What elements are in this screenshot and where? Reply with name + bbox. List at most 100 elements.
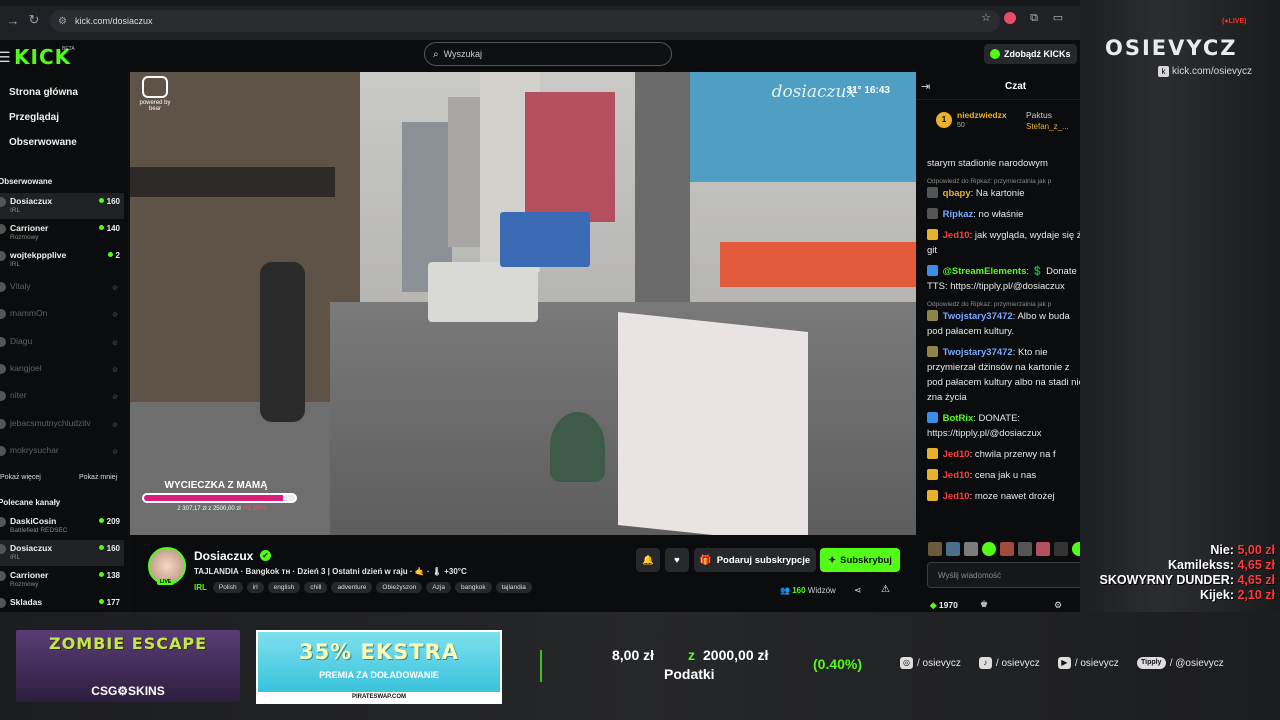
followed-channel-offline[interactable]: mokrysuchar ⊘	[0, 442, 124, 468]
menu-icon[interactable]: ☰	[0, 49, 11, 66]
tag-pill[interactable]: Azja	[426, 582, 452, 593]
donor-name: Kamilekss:	[1167, 558, 1234, 572]
social-handle: / osievycz	[1074, 657, 1119, 669]
leader-user[interactable]: Paktus	[1026, 110, 1052, 120]
video-building	[130, 72, 360, 402]
avatar	[0, 224, 6, 234]
avatar	[0, 197, 6, 207]
address-bar[interactable]: ⚙ kick.com/dosiaczux	[50, 10, 1000, 32]
chat-header: ⇥ Czat	[916, 72, 1080, 100]
stream-info: LIVE Dosiaczux ✓ TAJLANDIA · Bangkok ᴛʜ …	[130, 535, 916, 612]
subscribe-button[interactable]: ✦ Subskrybuj	[820, 548, 900, 572]
followed-channel-offline[interactable]: jebacsmutnychludzitv ⊘	[0, 415, 124, 441]
followed-channel-offline[interactable]: mammOn ⊘	[0, 305, 124, 331]
recommended-channel[interactable]: DaskiCosin Battlefield REDSEC 209	[0, 513, 124, 539]
viewer-count: 177	[99, 598, 120, 607]
chat-users-icon[interactable]: ♚	[980, 599, 988, 610]
tag-pill[interactable]: tajlandia	[495, 582, 532, 593]
chat-username[interactable]: BotRix	[943, 413, 974, 424]
followed-channel-offline[interactable]: Diagu ⊘	[0, 333, 124, 359]
message-text: starym stadionie narodowym	[927, 158, 1048, 169]
follow-heart-icon[interactable]: ♥	[665, 548, 689, 572]
show-less-link[interactable]: Pokaż mniej	[79, 474, 117, 481]
nav-browse[interactable]: Przeglądaj	[9, 112, 59, 123]
chat-message-input[interactable]: Wyślij wiadomość	[927, 562, 1080, 588]
emote-icon[interactable]	[964, 542, 978, 556]
chat-username[interactable]: Ripkaz	[943, 209, 974, 220]
chat-username[interactable]: Jed10	[943, 470, 970, 481]
search-input[interactable]: ⌕ Wyszukaj	[424, 42, 672, 66]
stream-category[interactable]: IRL	[194, 583, 207, 592]
notification-bell-icon[interactable]: 🔔	[636, 548, 660, 572]
social-tipply: Tipply / @osievycz	[1136, 657, 1224, 669]
followed-channel[interactable]: Dosiaczux IRL 160	[0, 193, 124, 219]
tax-current-amount: 8,00 zł	[612, 647, 655, 663]
collapse-chat-icon[interactable]: ⇥	[921, 80, 930, 93]
reply-context: Odpowiedź do Ripkaz: przymierzalnia jak …	[927, 301, 1052, 308]
viewer-count: 2	[108, 251, 120, 260]
gift-subs-label: Podaruj subskrypcje	[716, 554, 811, 566]
chat-username[interactable]: Twojstary37472	[943, 311, 1013, 322]
chat-username[interactable]: @StreamElements	[943, 266, 1027, 277]
chat-username[interactable]: Jed10	[943, 230, 970, 241]
site-settings-icon[interactable]: ⚙	[58, 16, 67, 27]
reply-context: Odpowiedź do Ripkaz: przymierzalnia jak …	[927, 178, 1052, 185]
chat-username[interactable]: Jed10	[943, 491, 970, 502]
followed-channel-offline[interactable]: niter ⊘	[0, 387, 124, 413]
followed-channel-offline[interactable]: Vitaly ⊘	[0, 278, 124, 304]
leader-user[interactable]: niedzwiedzx	[957, 110, 1007, 120]
gift-subs-button[interactable]: 🎁 Podaruj subskrypcje	[694, 548, 816, 572]
tag-pill[interactable]: Obieżyszon	[376, 582, 423, 593]
recommended-channel[interactable]: Dosiaczux IRL 160	[0, 540, 124, 566]
profile-icon[interactable]: ▭	[1052, 12, 1064, 24]
emote-icon[interactable]	[1072, 542, 1080, 556]
nav-following[interactable]: Obserwowane	[9, 137, 77, 148]
video-player[interactable]: powered by bear dosiaczux 31° 16:43 WYCI…	[130, 72, 916, 535]
emote-icon[interactable]	[1036, 542, 1050, 556]
reload-icon[interactable]: ↻	[23, 9, 45, 31]
emote-icon[interactable]	[982, 542, 996, 556]
avatar	[0, 419, 6, 429]
emote-icon[interactable]	[928, 542, 942, 556]
get-kicks-button[interactable]: Zdobądź KICKs	[984, 44, 1077, 64]
channel-name: Diagu	[10, 336, 33, 346]
tipply-icon: Tipply	[1136, 657, 1166, 669]
leader-user[interactable]: Stefan_z_...	[1026, 122, 1069, 131]
donor-amount: 4,65 zł	[1237, 573, 1275, 587]
viewer-count: 160	[792, 586, 806, 595]
emote-icon[interactable]	[1000, 542, 1014, 556]
message-text: Na kartonie	[975, 188, 1025, 199]
show-more-link[interactable]: Pokaż więcej	[0, 474, 41, 481]
avatar	[0, 282, 6, 292]
streamer-name[interactable]: Dosiaczux	[194, 549, 253, 563]
kicks-balance[interactable]: ◆ 1970	[930, 600, 958, 611]
chat-username[interactable]: Twojstary37472	[943, 347, 1013, 358]
followed-channel[interactable]: wojtekppplive IRL 2	[0, 247, 124, 273]
followed-channel[interactable]: Carrioner Rozmowy 140	[0, 220, 124, 246]
emote-icon[interactable]	[1018, 542, 1032, 556]
chat-username[interactable]: Jed10	[943, 449, 970, 460]
share-icon[interactable]: ⋖	[854, 585, 862, 596]
emote-icon[interactable]	[1054, 542, 1068, 556]
recommended-channel[interactable]: Carrioner Rozmowy 138	[0, 567, 124, 593]
bookmark-star-icon[interactable]: ☆	[980, 12, 992, 24]
tag-pill[interactable]: Polish	[212, 582, 243, 593]
emote-icon[interactable]	[946, 542, 960, 556]
followed-channel-offline[interactable]: kangjoel ⊘	[0, 360, 124, 386]
report-icon[interactable]: ⚠	[881, 584, 890, 595]
chat-leaderboard: 1 niedzwiedzx 50 Paktus Stefan_z_...	[916, 102, 1080, 142]
chat-username[interactable]: qbapy	[943, 188, 971, 199]
tag-pill[interactable]: irl	[246, 582, 264, 593]
puzzle-icon[interactable]: ⧉	[1028, 12, 1040, 24]
forward-icon[interactable]: →	[2, 9, 24, 31]
nav-home[interactable]: Strona główna	[9, 87, 78, 98]
donor-row: Kijek: 2,10 zł	[1086, 588, 1275, 603]
extension-icon[interactable]	[1004, 12, 1016, 24]
tag-pill[interactable]: english	[267, 582, 301, 593]
social-handle: / osievycz	[917, 657, 961, 669]
tag-pill[interactable]: adventure	[331, 582, 373, 593]
chat-settings-gear-icon[interactable]: ⚙	[1054, 600, 1062, 611]
tag-pill[interactable]: bangkok	[455, 582, 492, 593]
donor-amount: 4,65 zł	[1237, 558, 1275, 572]
tag-pill[interactable]: chill	[304, 582, 328, 593]
